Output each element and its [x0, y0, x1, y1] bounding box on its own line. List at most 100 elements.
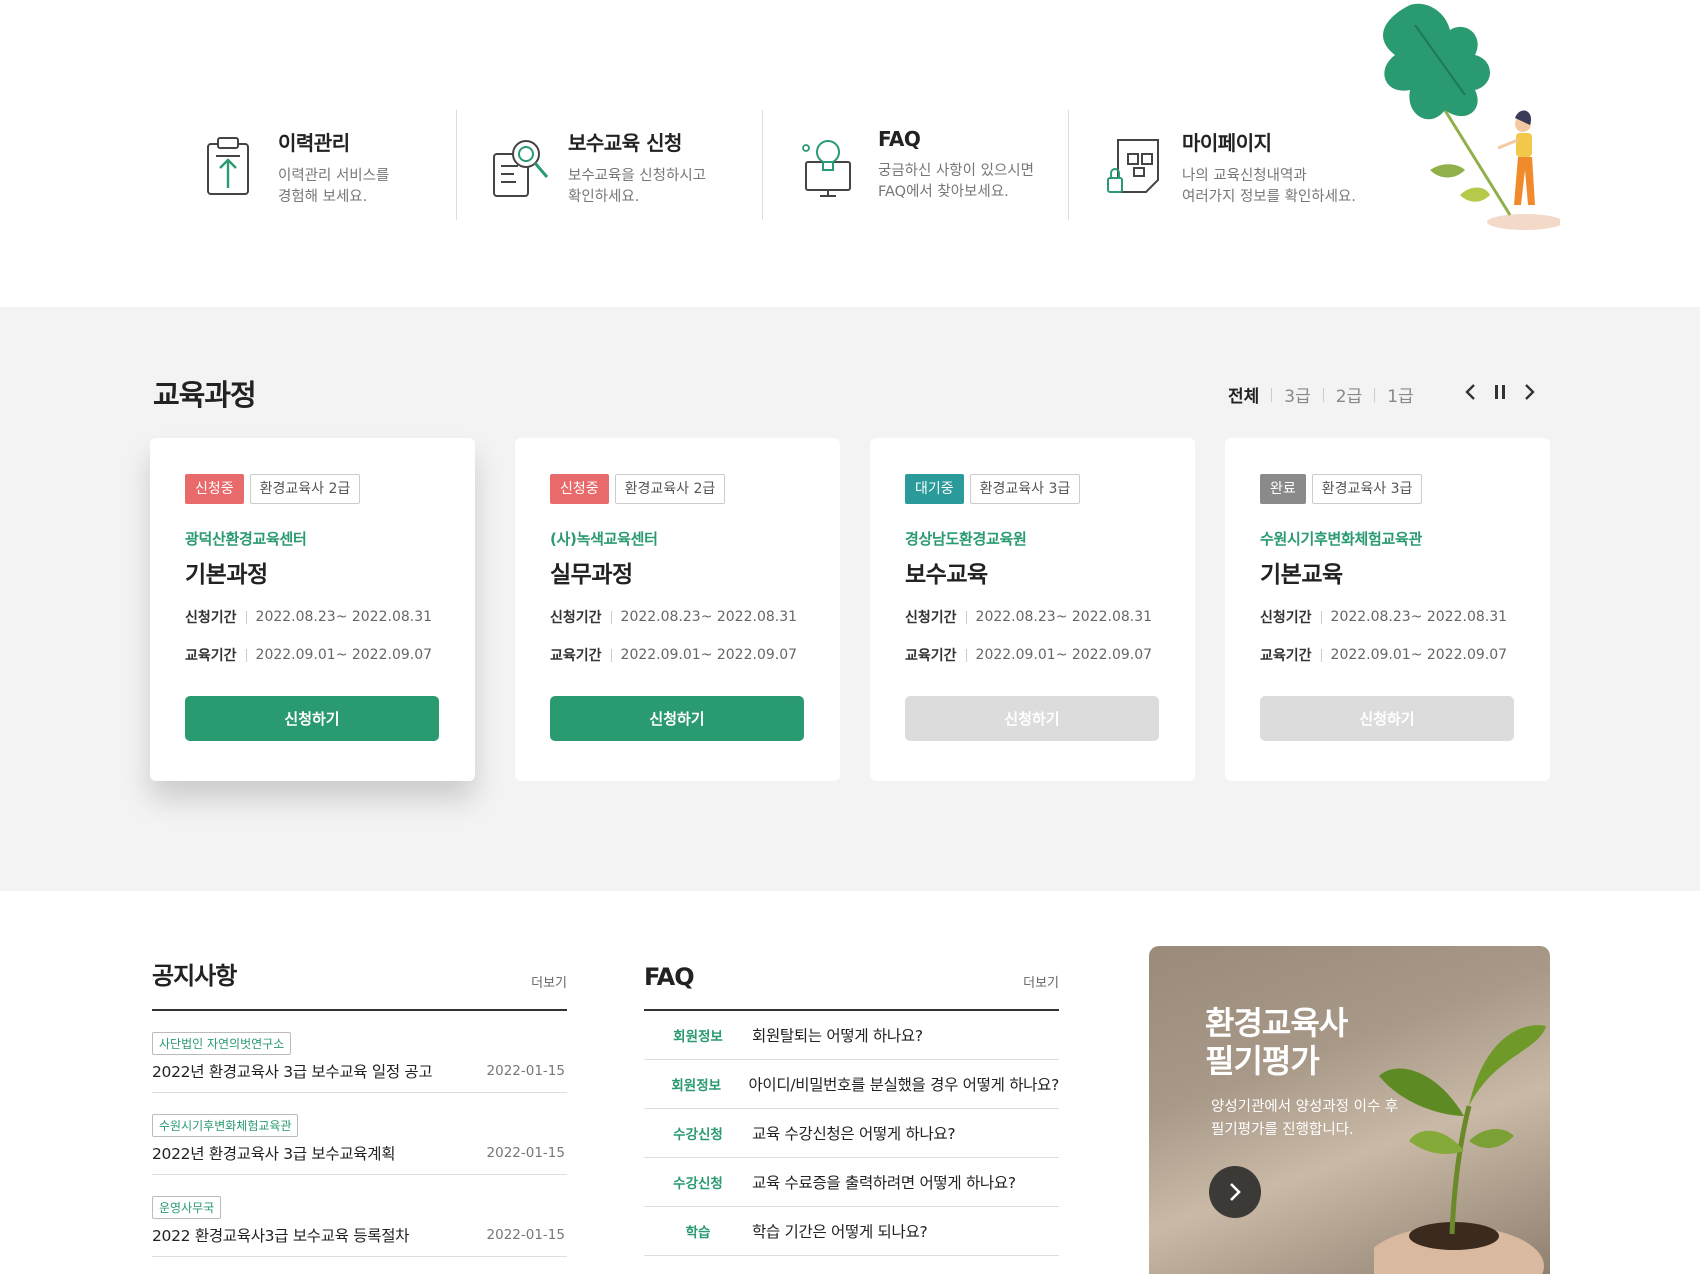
filter-grade-3[interactable]: 3급 — [1284, 382, 1310, 407]
list-item[interactable]: 수강신청 교육 수료증을 출력하려면 어떻게 하나요? — [644, 1158, 1059, 1207]
course-org: 경상남도환경교육원 — [905, 530, 1027, 548]
period-value: 2022.08.23~ 2022.08.31 — [1330, 609, 1508, 625]
course-org: 수원시기후변화체험교육관 — [1260, 530, 1423, 548]
period-label: 교육기간 — [550, 648, 602, 664]
quick-menu-title: 마이페이지 — [1182, 131, 1272, 155]
period-label: 교육기간 — [185, 648, 237, 664]
edu-period: 교육기간 2022.09.01~ 2022.09.07 — [905, 645, 1160, 665]
section-title: 교육과정 — [153, 378, 257, 412]
course-org: 광덕산환경교육센터 — [185, 530, 307, 548]
notice-date: 2022-01-15 — [486, 1063, 565, 1079]
next-arrow-icon[interactable] — [1522, 381, 1538, 403]
pause-icon[interactable] — [1492, 381, 1508, 403]
course-filter: 전체 3급 2급 1급 — [1228, 382, 1414, 407]
divider — [456, 110, 457, 220]
course-card[interactable]: 신청중 환경교육사 2급 (사)녹색교육센터 실무과정 신청기간 2022.08… — [515, 438, 840, 781]
notice-date: 2022-01-15 — [486, 1227, 565, 1243]
course-name: 기본과정 — [185, 562, 268, 588]
apply-button[interactable]: 신청하기 — [1260, 696, 1514, 741]
period-value: 2022.09.01~ 2022.09.07 — [620, 647, 798, 663]
grade-badge: 환경교육사 2급 — [614, 474, 726, 504]
board-title: 공지사항 — [152, 962, 237, 990]
course-card[interactable]: 완료 환경교육사 3급 수원시기후변화체험교육관 기본교육 신청기간 2022.… — [1225, 438, 1550, 781]
filter-grade-1[interactable]: 1급 — [1387, 382, 1413, 407]
grade-badge: 환경교육사 3급 — [1311, 474, 1423, 504]
org-tag: 수원시기후변화체험교육관 — [152, 1114, 299, 1137]
apply-button[interactable]: 신청하기 — [185, 696, 439, 741]
course-card[interactable]: 신청중 환경교육사 2급 광덕산환경교육센터 기본과정 신청기간 2022.08… — [150, 438, 475, 781]
list-item[interactable]: 회원정보 아이디/비밀번호를 분실했을 경우 어떻게 하나요? — [644, 1060, 1059, 1109]
list-item[interactable]: 회원정보 회원탈퇴는 어떻게 하나요? — [644, 1011, 1059, 1060]
period-value: 2022.09.01~ 2022.09.07 — [255, 647, 433, 663]
quick-menu-history[interactable]: 이력관리 이력관리 서비스를 경험해 보세요. — [200, 110, 389, 220]
faq-question[interactable]: 회원탈퇴는 어떻게 하나요? — [752, 1024, 923, 1046]
period-value: 2022.08.23~ 2022.08.31 — [975, 609, 1153, 625]
lightbulb-monitor-icon — [802, 140, 851, 197]
list-item[interactable]: 수강신청 교육 수강신청은 어떻게 하나요? — [644, 1109, 1059, 1158]
banner-title: 환경교육사 필기평가 — [1205, 1004, 1348, 1080]
period-value: 2022.09.01~ 2022.09.07 — [975, 647, 1153, 663]
period-label: 신청기간 — [905, 610, 957, 626]
period-label: 신청기간 — [550, 610, 602, 626]
sprout-illustration — [1374, 1025, 1546, 1274]
apply-period: 신청기간 2022.08.23~ 2022.08.31 — [550, 607, 805, 627]
course-name: 기본교육 — [1260, 562, 1343, 588]
filter-all[interactable]: 전체 — [1228, 382, 1259, 407]
edu-period: 교육기간 2022.09.01~ 2022.09.07 — [1260, 645, 1515, 665]
faq-category: 수강신청 — [673, 1176, 723, 1192]
faq-category: 수강신청 — [673, 1127, 723, 1143]
faq-question[interactable]: 교육 수강신청은 어떻게 하나요? — [752, 1122, 956, 1144]
quick-menu-desc: 궁금하신 사항이 있으시면 FAQ에서 찾아보세요. — [878, 163, 1034, 200]
list-item[interactable]: 운영사무국 2022 환경교육사3급 보수교육 등록절차 2022-01-15 — [152, 1175, 567, 1257]
apply-period: 신청기간 2022.08.23~ 2022.08.31 — [185, 607, 440, 627]
board-header: FAQ 더보기 — [644, 955, 1059, 1011]
list-item[interactable]: 수원시기후변화체험교육관 2022년 환경교육사 3급 보수교육계획 2022-… — [152, 1093, 567, 1175]
exam-banner[interactable]: 환경교육사 필기평가 양성기관에서 양성과정 이수 후 필기평가를 진행합니다. — [1149, 946, 1550, 1274]
lock-document-icon — [1107, 139, 1159, 193]
status-badge: 신청중 — [185, 474, 244, 504]
quick-menu-desc: 보수교육을 신청하시고 확인하세요. — [568, 168, 707, 205]
more-link[interactable]: 더보기 — [1023, 972, 1059, 991]
period-label: 교육기간 — [1260, 648, 1312, 664]
edu-period: 교육기간 2022.09.01~ 2022.09.07 — [550, 645, 805, 665]
banner-next-button[interactable] — [1209, 1166, 1261, 1218]
quick-menu-title: FAQ — [878, 127, 921, 151]
more-link[interactable]: 더보기 — [531, 972, 567, 991]
status-badge: 완료 — [1260, 474, 1306, 504]
faq-question[interactable]: 아이디/비밀번호를 분실했을 경우 어떻게 하나요? — [748, 1073, 1059, 1095]
board-title: FAQ — [644, 963, 695, 991]
edu-period: 교육기간 2022.09.01~ 2022.09.07 — [185, 645, 440, 665]
period-label: 교육기간 — [905, 648, 957, 664]
period-value: 2022.08.23~ 2022.08.31 — [255, 609, 433, 625]
course-name: 보수교육 — [905, 562, 988, 588]
status-badge: 대기중 — [905, 474, 964, 504]
filter-grade-2[interactable]: 2급 — [1336, 382, 1362, 407]
grade-badge: 환경교육사 2급 — [249, 474, 361, 504]
faq-question[interactable]: 학습 기간은 어떻게 되나요? — [752, 1220, 928, 1242]
banner-desc: 양성기관에서 양성과정 이수 후 필기평가를 진행합니다. — [1211, 1099, 1399, 1138]
divider — [1068, 110, 1069, 220]
quick-menu-faq[interactable]: FAQ 궁금하신 사항이 있으시면 FAQ에서 찾아보세요. — [800, 110, 1034, 220]
course-card[interactable]: 대기중 환경교육사 3급 경상남도환경교육원 보수교육 신청기간 2022.08… — [870, 438, 1195, 781]
faq-category: 학습 — [685, 1225, 711, 1241]
document-search-icon — [493, 140, 549, 197]
quick-menu-apply[interactable]: 보수교육 신청 보수교육을 신청하시고 확인하세요. — [490, 110, 706, 220]
apply-period: 신청기간 2022.08.23~ 2022.08.31 — [1260, 607, 1515, 627]
list-item[interactable]: 사단법인 자연의벗연구소 2022년 환경교육사 3급 보수교육 일정 공고 2… — [152, 1011, 567, 1093]
list-item[interactable]: 학습 학습 기간은 어떻게 되나요? — [644, 1207, 1059, 1256]
quick-menu-title: 이력관리 — [278, 131, 350, 155]
prev-arrow-icon[interactable] — [1462, 381, 1478, 403]
faq-question[interactable]: 교육 수료증을 출력하려면 어떻게 하나요? — [752, 1171, 1016, 1193]
apply-button[interactable]: 신청하기 — [550, 696, 804, 741]
apply-period: 신청기간 2022.08.23~ 2022.08.31 — [905, 607, 1160, 627]
divider — [1374, 387, 1376, 402]
org-tag: 사단법인 자연의벗연구소 — [152, 1032, 292, 1055]
course-name: 실무과정 — [550, 562, 633, 588]
slider-controls — [1462, 381, 1538, 403]
quick-menu-mypage[interactable]: 마이페이지 나의 교육신청내역과 여러가지 정보를 확인하세요. — [1104, 110, 1356, 220]
leaf-person-illustration — [1383, 3, 1560, 230]
quick-menu-title: 보수교육 신청 — [568, 131, 682, 155]
apply-button[interactable]: 신청하기 — [905, 696, 1159, 741]
clipboard-upload-icon — [207, 137, 249, 195]
divider — [1271, 387, 1273, 402]
